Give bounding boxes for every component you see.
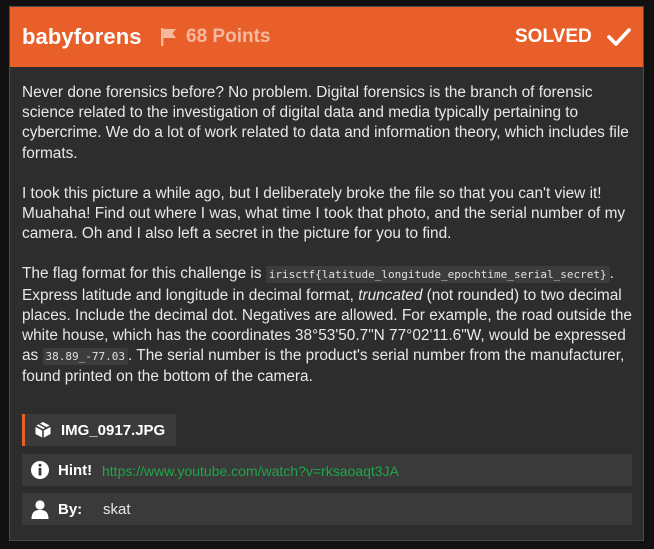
check-icon [607,28,631,46]
challenge-header[interactable]: babyforens 68 Points SOLVED [10,7,643,67]
cube-icon [35,422,51,438]
file-name: IMG_0917.JPG [61,422,166,439]
user-icon [31,500,49,519]
author-name: skat [103,501,131,518]
file-download-button[interactable]: IMG_0917.JPG [22,414,176,446]
hint-link[interactable]: https://www.youtube.com/watch?v=rksaoaqt… [102,463,399,479]
challenge-description: Never done forensics before? No problem.… [22,83,634,408]
challenge-title: babyforens [22,24,142,49]
description-paragraph: The flag format for this challenge is ir… [22,265,632,386]
challenge-card: babyforens 68 Points SOLVED Never done f… [9,6,644,541]
solved-status: SOLVED [515,26,592,47]
flag-format-code: irisctf{latitude_longitude_epochtime_ser… [265,266,610,284]
example-code: 38.89_-77.03 [42,348,129,366]
flag-icon [161,28,176,46]
author-row: By: skat [22,493,632,525]
description-paragraph: Never done forensics before? No problem.… [22,84,629,162]
challenge-points: 68 Points [186,26,271,47]
hint-row: Hint! https://www.youtube.com/watch?v=rk… [22,454,632,486]
description-paragraph: I took this picture a while ago, but I d… [22,184,626,243]
author-label: By: [58,501,83,518]
hint-label: Hint! [58,462,93,479]
info-icon [31,461,49,479]
